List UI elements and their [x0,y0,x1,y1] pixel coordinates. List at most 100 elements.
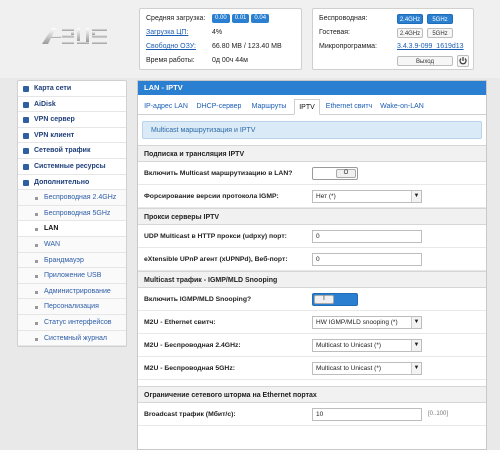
toggle-knob: I [314,295,334,304]
sidebar-subitem-syslog[interactable]: Системный журнал [18,330,126,347]
wireless-status-panel: Беспроводная: 2.4GHz 5GHz Гостевая: 2.4G… [312,8,474,70]
sidebar-item-vpn-client[interactable]: VPN клиент [18,128,126,144]
m2u-5-value: Multicast to Unicast (*) [316,365,382,372]
m2u-eth-select[interactable]: HW IGMP/MLD snooping (*) ▼ [312,316,422,329]
udpxy-port-input[interactable]: 0 [312,230,422,243]
guest-5-button[interactable]: 5GHz [427,28,453,38]
udpxy-label: UDP Multicast в HTTP прокси (udpxy) порт… [144,233,287,240]
row-udpxy: UDP Multicast в HTTP прокси (udpxy) порт… [138,225,486,248]
row-m2u-5: M2U - Беспроводная 5GHz: Multicast to Un… [138,357,486,380]
sidebar-subitem-usb[interactable]: Приложение USB [18,268,126,284]
bullet-icon [35,321,38,325]
xupnpd-label: eXtensible UPnP агент (xUPNPd), Веб-порт… [144,256,288,263]
row-broadcast: Broadcast трафик (Мбит/с): 10 [0..100] [138,403,486,426]
sidebar-item-traffic[interactable]: Сетевой трафик [18,143,126,159]
asus-logo [40,24,112,48]
cpu-load-values: 0.00 0.01 0.04 [212,14,271,23]
chevron-down-icon: ▼ [411,363,421,374]
wireless-24-button[interactable]: 2.4GHz [397,14,423,24]
chevron-down-icon: ▼ [411,191,421,202]
xupnpd-port-input[interactable]: 0 [312,253,422,266]
row-snooping: Включить IGMP/MLD Snooping? I [138,288,486,311]
sidebar-subitem-wan[interactable]: WAN [18,236,126,253]
system-status-panel: Средняя загрузка: 0.00 0.01 0.04 Загрузка … [139,8,302,70]
load-1m: 0.00 [212,14,230,23]
traffic-icon [23,148,29,155]
guest-24-button[interactable]: 2.4GHz [397,28,423,38]
sidebar-subitem-label: Персонализация [44,303,99,311]
sidebar-subitem-personalization[interactable]: Персонализация [18,299,126,315]
sidebar-item-network-map[interactable]: Карта сети [18,81,126,97]
sidebar-subitem-wireless-5[interactable]: Беспроводная 5GHz [18,205,126,222]
tab-iptv[interactable]: IPTV [294,99,320,115]
vpn-server-icon [23,117,29,124]
sidebar-item-label: AiDisk [34,100,56,108]
info-banner: Multicast маршрутизация и IPTV [142,121,482,139]
igmp-version-value: Нет (*) [316,193,336,200]
row-m2u-24: M2U - Беспроводная 2.4GHz: Multicast to … [138,334,486,357]
firmware-label: Микропрограмма: [319,43,377,50]
sidebar-item-resources[interactable]: Системные ресурсы [18,159,126,175]
multicast-toggle[interactable]: O [312,167,358,180]
sidebar-subitem-wireless-24[interactable]: Беспроводная 2.4GHz [18,190,126,206]
tab-lan-ip[interactable]: IP-адрес LAN [142,99,190,115]
main-panel: LAN - IPTV IP-адрес LAN DHCP-сервер Марш… [137,80,487,450]
sidebar-item-label: VPN сервер [34,116,75,124]
m2u-24-label: M2U - Беспроводная 2.4GHz: [144,342,241,349]
page-title: LAN - IPTV [138,81,486,95]
igmp-version-label: Форсирование версии протокола IGMP: [144,193,279,200]
firmware-link[interactable]: 3.4.3.9-099_1619d13 [397,43,464,50]
sidebar-subitem-lan[interactable]: LAN [18,221,126,237]
m2u-5-select[interactable]: Multicast to Unicast (*) ▼ [312,362,422,375]
sidebar-subitem-admin[interactable]: Администрирование [18,283,126,300]
snooping-toggle[interactable]: I [312,293,358,306]
logout-button[interactable]: Выход [397,56,453,66]
m2u-5-label: M2U - Беспроводная 5GHz: [144,365,235,372]
sidebar-item-vpn-server[interactable]: VPN сервер [18,112,126,128]
settings-icon [23,179,29,186]
power-button[interactable] [457,55,469,67]
sidebar-item-advanced[interactable]: Дополнительно [18,175,126,191]
sidebar-subitem-label: Статус интерфейсов [44,318,112,326]
sidebar-item-aidisk[interactable]: AiDisk [18,97,126,113]
cpu-load-label: Средняя загрузка: [146,15,206,22]
ram-link[interactable]: Свободно ОЗУ: [146,43,196,50]
load-15m: 0.04 [251,14,270,23]
guest-label: Гостевая: [319,29,351,36]
vpn-client-icon [23,132,29,139]
bullet-icon [35,306,38,310]
row-multicast: Включить Multicast маршрутизацию в LAN? … [138,162,486,185]
bullet-icon [35,337,38,341]
bullet-icon [35,197,38,201]
tab-wake-on-lan[interactable]: Wake-on-LAN [378,99,426,115]
igmp-version-select[interactable]: Нет (*) ▼ [312,190,422,203]
disk-icon [23,101,29,108]
broadcast-input[interactable]: 10 [312,408,422,421]
tab-ethernet-switch[interactable]: Ethernet свитч [324,99,374,115]
sidebar-subitem-interface-status[interactable]: Статус интерфейсов [18,314,126,331]
cpu-usage-link[interactable]: Загрузка ЦП: [146,29,188,36]
snooping-label: Включить IGMP/MLD Snooping? [144,296,252,303]
tab-routes[interactable]: Маршруты [248,99,290,115]
network-icon [23,86,29,92]
sidebar-item-label: VPN клиент [34,131,75,139]
row-m2u-eth: M2U - Ethernet свитч: HW IGMP/MLD snoopi… [138,311,486,334]
section-iptv-proxy: Прокси серверы IPTV [138,208,486,225]
m2u-eth-label: M2U - Ethernet свитч: [144,319,216,326]
bullet-icon [35,259,38,263]
sidebar-subitem-firewall[interactable]: Брандмауэр [18,252,126,269]
sidebar-subitem-label: Администрирование [44,287,111,295]
bullet-icon [35,243,38,247]
power-icon [459,57,467,65]
m2u-24-value: Multicast to Unicast (*) [316,342,382,349]
sidebar-item-label: Системные ресурсы [34,162,106,170]
sidebar: Карта сети AiDisk VPN сервер VPN клиент … [17,80,127,348]
cpu-usage-value: 4% [212,29,223,36]
m2u-24-select[interactable]: Multicast to Unicast (*) ▼ [312,339,422,352]
tab-bar: IP-адрес LAN DHCP-сервер Маршруты IPTV E… [138,95,486,115]
wireless-5-button[interactable]: 5GHz [427,14,453,24]
tab-dhcp[interactable]: DHCP-сервер [194,99,244,115]
sidebar-subitem-label: Беспроводная 2.4GHz [44,194,117,202]
sidebar-menu: Карта сети AiDisk VPN сервер VPN клиент … [17,80,127,348]
multicast-label: Включить Multicast маршрутизацию в LAN? [144,170,293,177]
